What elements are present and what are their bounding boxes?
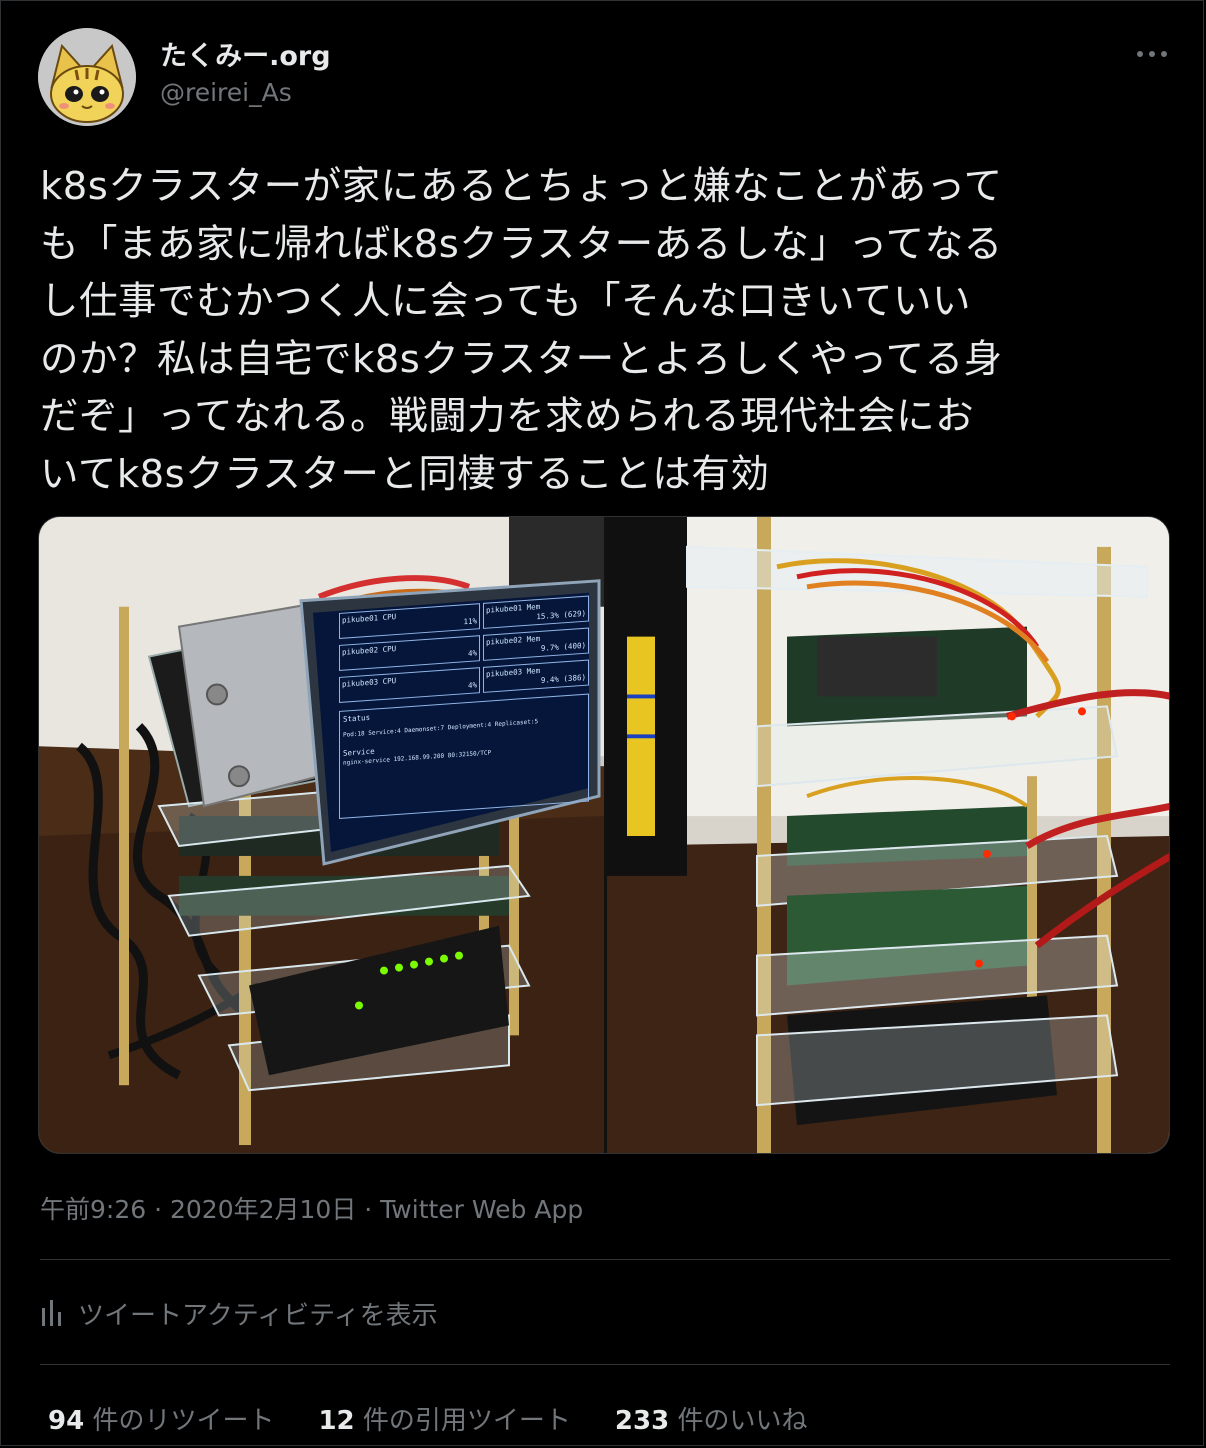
tweet: たくみー.org @reirei_As k8sクラスターが家にあるとちょっと嫌な…	[0, 0, 1206, 1448]
more-dot-icon	[1137, 51, 1143, 57]
photo-left[interactable]: pikube01 CPU 11% pikube01 Mem 15.3% (629…	[39, 517, 604, 1153]
more-dot-icon	[1161, 51, 1167, 57]
likes-label: 件のいいね	[669, 1406, 808, 1436]
more-options-button[interactable]	[1130, 38, 1174, 70]
divider	[40, 1364, 1170, 1365]
meta-separator: ·	[356, 1195, 381, 1224]
likes-count: 233	[614, 1406, 670, 1436]
tweet-time[interactable]: 午前9:26	[40, 1195, 146, 1224]
photo-right[interactable]	[607, 517, 1169, 1153]
tweet-text: k8sクラスターが家にあるとちょっと嫌なことがあって も「まあ家に帰ればk8sク…	[40, 164, 1003, 497]
display-name[interactable]: たくみー.org	[160, 34, 331, 73]
view-activity-link[interactable]: ツイートアクティビティを表示	[40, 1292, 438, 1334]
user-handle[interactable]: @reirei_As	[160, 78, 292, 107]
tweet-stats: 94 件のリツイート 12 件の引用ツイート 233 件のいいね	[48, 1400, 851, 1437]
more-dot-icon	[1149, 51, 1155, 57]
retweets-stat[interactable]: 94 件のリツイート	[48, 1400, 274, 1437]
tweet-client[interactable]: Twitter Web App	[380, 1195, 583, 1224]
analytics-bar-icon	[42, 1300, 61, 1326]
cat-avatar-icon	[38, 28, 136, 126]
quotes-stat[interactable]: 12 件の引用ツイート	[318, 1400, 570, 1437]
tweet-meta: 午前9:26 · 2020年2月10日 · Twitter Web App	[40, 1190, 583, 1226]
retweets-count: 94	[48, 1406, 85, 1436]
divider	[40, 1259, 1170, 1260]
media-grid[interactable]: pikube01 CPU 11% pikube01 Mem 15.3% (629…	[38, 516, 1170, 1154]
quotes-label: 件の引用ツイート	[354, 1406, 571, 1436]
avatar[interactable]	[38, 28, 136, 126]
tweet-date[interactable]: 2020年2月10日	[170, 1195, 356, 1224]
retweets-label: 件のリツイート	[84, 1406, 275, 1436]
meta-separator: ·	[146, 1195, 170, 1224]
pi-display-screen: pikube01 CPU 11% pikube01 Mem 15.3% (629…	[339, 595, 589, 853]
likes-stat[interactable]: 233 件のいいね	[615, 1400, 808, 1437]
activity-label: ツイートアクティビティを表示	[78, 1300, 438, 1331]
quotes-count: 12	[318, 1406, 355, 1436]
